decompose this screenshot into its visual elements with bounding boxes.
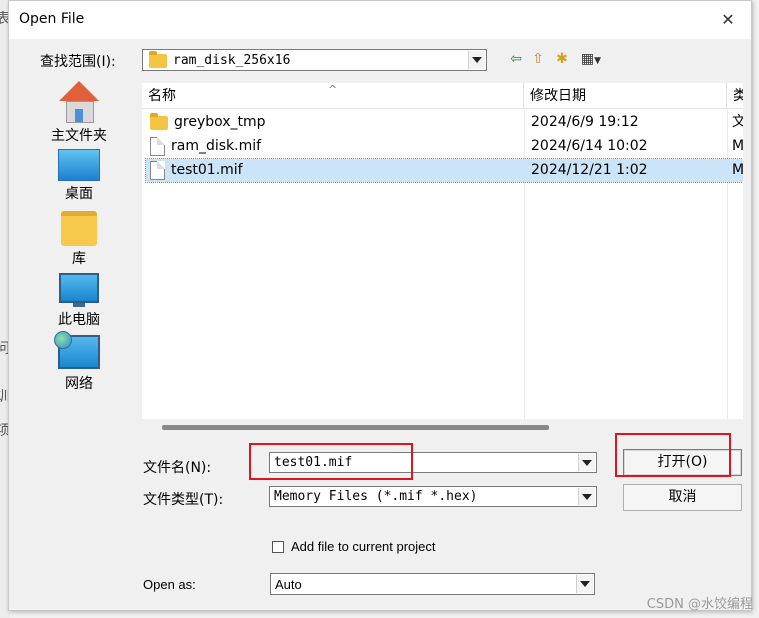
computer-icon — [59, 273, 99, 307]
view-menu-icon[interactable]: ▦▼ — [577, 51, 605, 67]
place-label: 桌面 — [65, 186, 93, 202]
library-icon — [61, 211, 97, 246]
dialog-title: Open File — [19, 11, 85, 27]
new-folder-icon[interactable]: ✱ — [553, 51, 571, 67]
open-as-label: Open as: — [143, 577, 196, 592]
sort-ascending-icon: ^ — [328, 83, 338, 96]
folder-icon — [150, 112, 168, 130]
place-label: 网络 — [65, 376, 93, 392]
title-bar[interactable]: Open File ✕ — [9, 1, 751, 39]
dropdown-arrow-icon[interactable] — [468, 51, 485, 69]
file-list[interactable]: 名称 ^ 修改日期 类 greybox_tmp 2024/6/9 19:12 文… — [142, 83, 743, 419]
close-icon[interactable]: ✕ — [717, 9, 739, 31]
lookin-combobox[interactable]: ram_disk_256x16 — [142, 49, 487, 71]
up-folder-icon[interactable]: ⇧ — [529, 51, 547, 67]
desktop-icon — [58, 149, 100, 181]
open-as-value: Auto — [275, 577, 302, 592]
file-icon — [150, 161, 165, 180]
lookin-value: ram_disk_256x16 — [173, 53, 291, 68]
back-icon[interactable]: ⇦ — [507, 51, 525, 67]
dropdown-arrow-icon[interactable] — [576, 575, 593, 593]
add-to-project-label: Add file to current project — [291, 539, 436, 554]
folder-icon — [149, 51, 167, 68]
filename-input[interactable]: test01.mif — [274, 455, 352, 470]
filetype-label: 文件类型(T): — [143, 492, 224, 508]
add-to-project-checkbox[interactable] — [272, 541, 284, 553]
column-header-date[interactable]: 修改日期 — [524, 83, 727, 108]
place-library[interactable]: 库 — [39, 211, 119, 268]
place-network[interactable]: 网络 — [39, 331, 119, 393]
filetype-combobox[interactable]: Memory Files (*.mif *.hex) — [269, 486, 597, 507]
dropdown-arrow-icon[interactable] — [578, 488, 595, 505]
watermark-text: CSDN @水饺编程 — [646, 597, 753, 612]
place-label: 此电脑 — [58, 312, 100, 328]
place-label: 主文件夹 — [51, 128, 107, 144]
file-icon — [150, 137, 165, 156]
network-icon — [54, 331, 100, 369]
horizontal-scrollbar[interactable] — [142, 421, 743, 433]
open-file-dialog: Open File ✕ 查找范围(I): ram_disk_256x16 ⇦ ⇧… — [8, 0, 752, 611]
scrollbar-thumb[interactable] — [162, 425, 549, 430]
filename-combobox[interactable]: test01.mif — [269, 452, 597, 473]
place-desktop[interactable]: 桌面 — [39, 149, 119, 203]
view-icon: ▦ — [580, 51, 595, 67]
list-item-selected[interactable]: test01.mif 2024/12/21 1:02 M — [145, 158, 743, 183]
cancel-button[interactable]: 取消 — [623, 484, 742, 511]
lookin-label: 查找范围(I): — [40, 54, 116, 70]
place-this-pc[interactable]: 此电脑 — [39, 273, 119, 329]
place-home[interactable]: 主文件夹 — [39, 81, 119, 145]
open-button[interactable]: 打开(O) — [623, 449, 742, 476]
filetype-value: Memory Files (*.mif *.hex) — [274, 489, 478, 504]
column-header-type[interactable]: 类 — [727, 83, 743, 108]
open-as-combobox[interactable]: Auto — [270, 573, 595, 595]
place-label: 库 — [72, 251, 86, 267]
home-icon — [59, 81, 99, 123]
list-item[interactable]: ram_disk.mif 2024/6/14 10:02 M — [146, 135, 743, 158]
list-item[interactable]: greybox_tmp 2024/6/9 19:12 文 — [146, 111, 743, 134]
filename-label: 文件名(N): — [143, 460, 212, 476]
dropdown-arrow-icon[interactable] — [578, 454, 595, 471]
chevron-down-icon: ▼ — [594, 56, 602, 66]
